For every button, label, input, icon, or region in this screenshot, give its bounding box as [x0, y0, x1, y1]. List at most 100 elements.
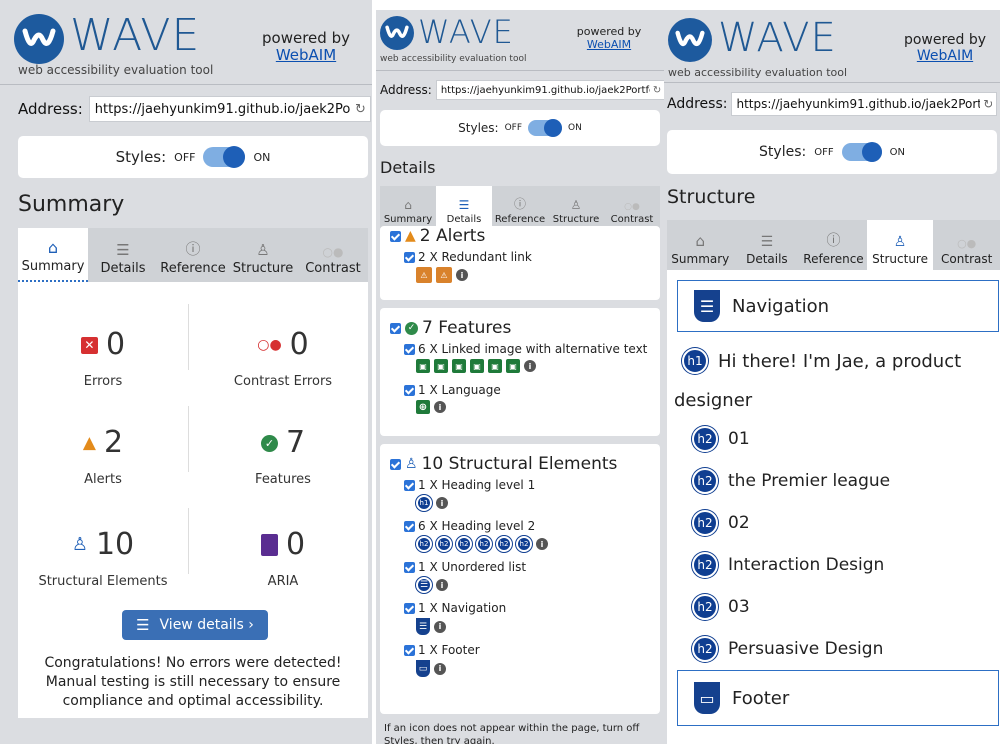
info-icon[interactable]: i	[434, 401, 446, 413]
contrast-icon: ○●	[624, 202, 640, 212]
tab-bar: ⌂ Summary ☰ Details ⓘ Reference ♙ Struct…	[667, 220, 1000, 270]
heading-text: 01	[728, 429, 750, 449]
reload-icon[interactable]: ↻	[983, 97, 992, 111]
linked-image-icon[interactable]: ▣	[488, 359, 502, 373]
list-icon: ☰	[458, 198, 470, 212]
section-title: 2 Alerts	[419, 226, 486, 246]
reload-icon[interactable]: ↻	[355, 102, 365, 117]
webaim-link[interactable]: WebAIM	[258, 46, 354, 64]
heading-1-row[interactable]: h1 Hi there! I'm Jae, a product	[682, 348, 961, 374]
redundant-link-icon[interactable]: ⚠	[436, 267, 452, 283]
info-icon[interactable]: i	[434, 662, 446, 675]
tab-contrast[interactable]: ○● Contrast	[933, 220, 1000, 270]
heading-2-row[interactable]: h2 Interaction Design	[692, 552, 884, 578]
heading-2-icon[interactable]: h2	[456, 536, 472, 552]
heading-1-icon[interactable]: h1	[416, 495, 432, 511]
features-checkbox[interactable]	[390, 322, 401, 334]
wave-title: WAVE	[70, 10, 201, 61]
heading-2-icon[interactable]: h2	[516, 536, 532, 552]
styles-off-label: OFF	[174, 150, 196, 164]
alerts-checkbox[interactable]	[390, 230, 401, 242]
heading-2-row[interactable]: h2 03	[692, 594, 750, 620]
summary-card: ✕ 0 Errors ○● 0 Contrast Errors ▲ 2 Alerts …	[18, 282, 368, 718]
tab-structure[interactable]: ♙ Structure	[228, 228, 298, 282]
tab-details[interactable]: ☰ Details	[436, 186, 492, 228]
redundant-link-icon[interactable]: ⚠	[416, 267, 432, 283]
info-icon[interactable]: i	[536, 538, 548, 550]
heading-2-row[interactable]: h2 Persuasive Design	[692, 636, 883, 662]
tab-reference[interactable]: ⓘ Reference	[492, 186, 548, 228]
tab-contrast[interactable]: ○● Contrast	[604, 186, 660, 228]
heading-2-row[interactable]: h2 01	[692, 426, 750, 452]
tab-summary[interactable]: ⌂ Summary	[18, 228, 88, 282]
info-icon: ⓘ	[826, 233, 841, 249]
item-checkbox[interactable]	[404, 520, 415, 532]
item-checkbox[interactable]	[404, 479, 415, 491]
info-icon[interactable]: i	[456, 269, 468, 281]
info-icon[interactable]: i	[436, 579, 448, 591]
navigation-region[interactable]: ☰ Navigation	[677, 280, 999, 332]
item-checkbox[interactable]	[404, 602, 415, 614]
alert-icons: ⚠ ⚠ i	[416, 267, 650, 283]
heading-2-icon[interactable]: h2	[496, 536, 512, 552]
heading-2-icon: h2	[692, 594, 718, 620]
navigation-icon[interactable]: ☰	[416, 618, 430, 635]
stat-value: 0	[285, 527, 306, 562]
address-input[interactable]: https://jaehyunkim91.github.io/jaek2Port…	[435, 80, 664, 100]
hierarchy-icon: ♙	[893, 234, 907, 250]
features-heading: ✓ 7 Features	[390, 318, 650, 338]
tab-reference[interactable]: ⓘ Reference	[800, 220, 867, 270]
language-globe-icon[interactable]: ⊕	[416, 400, 430, 414]
webaim-link[interactable]: WebAIM	[900, 48, 990, 64]
stat-label: Structural Elements	[38, 574, 168, 589]
linked-image-icon[interactable]: ▣	[470, 359, 484, 373]
heading-2-icon[interactable]: h2	[416, 536, 432, 552]
reload-icon[interactable]: ↻	[653, 85, 661, 96]
structural-icons: ☰ i	[416, 618, 650, 635]
styles-toggle[interactable]	[528, 119, 563, 137]
info-icon[interactable]: i	[434, 620, 446, 633]
linked-image-icon[interactable]: ▣	[434, 359, 448, 373]
tab-details[interactable]: ☰ Details	[734, 220, 801, 270]
address-bar: Address: https://jaehyunkim91.github.io/…	[667, 92, 998, 116]
styles-on-label: ON	[568, 123, 582, 133]
heading-2-row[interactable]: h2 02	[692, 510, 750, 536]
structural-checkbox[interactable]	[390, 458, 401, 470]
feature-item: 6 X Linked image with alternative text	[404, 342, 650, 356]
tab-summary[interactable]: ⌂ Summary	[667, 220, 734, 270]
linked-image-icon[interactable]: ▣	[452, 359, 466, 373]
item-checkbox[interactable]	[404, 343, 415, 355]
item-label: 6 X Linked image with alternative text	[418, 342, 648, 356]
footer-region[interactable]: ▭ Footer	[677, 670, 999, 726]
linked-image-icon[interactable]: ▣	[416, 359, 430, 373]
styles-toggle[interactable]	[841, 142, 882, 162]
item-checkbox[interactable]	[404, 251, 415, 263]
structural-item: 1 X Footer	[404, 643, 650, 657]
heading-2-icon[interactable]: h2	[436, 536, 452, 552]
tab-contrast[interactable]: ○● Contrast	[298, 228, 368, 282]
info-icon[interactable]: i	[524, 360, 536, 372]
item-checkbox[interactable]	[404, 561, 415, 573]
footer-icon[interactable]: ▭	[416, 660, 430, 677]
address-input[interactable]: https://jaehyunkim91.github.io/jaek2Port…	[88, 96, 371, 122]
heading-2-icon[interactable]: h2	[476, 536, 492, 552]
heading-2-row[interactable]: h2 the Premier league	[692, 468, 890, 494]
view-details-button[interactable]: ☰ View details ›	[122, 610, 268, 640]
tab-reference[interactable]: ⓘ Reference	[158, 228, 228, 282]
tab-summary[interactable]: ⌂ Summary	[380, 186, 436, 228]
item-checkbox[interactable]	[404, 644, 415, 656]
divider	[188, 406, 189, 472]
unordered-list-icon[interactable]: ☰	[416, 577, 432, 593]
tab-structure[interactable]: ♙ Structure	[548, 186, 604, 228]
address-input[interactable]: https://jaehyunkim91.github.io/jaek2Port…	[731, 92, 998, 116]
heading-2-icon: h2	[692, 468, 718, 494]
tab-details[interactable]: ☰ Details	[88, 228, 158, 282]
tab-structure[interactable]: ♙ Structure	[866, 220, 934, 270]
item-checkbox[interactable]	[404, 384, 415, 396]
styles-toggle[interactable]	[203, 146, 246, 168]
webaim-link[interactable]: WebAIM	[572, 38, 646, 52]
stat-label: Alerts	[84, 472, 122, 487]
structural-section: ♙ 10 Structural Elements 1 X Heading lev…	[380, 444, 660, 714]
linked-image-icon[interactable]: ▣	[506, 359, 520, 373]
info-icon[interactable]: i	[436, 497, 448, 509]
